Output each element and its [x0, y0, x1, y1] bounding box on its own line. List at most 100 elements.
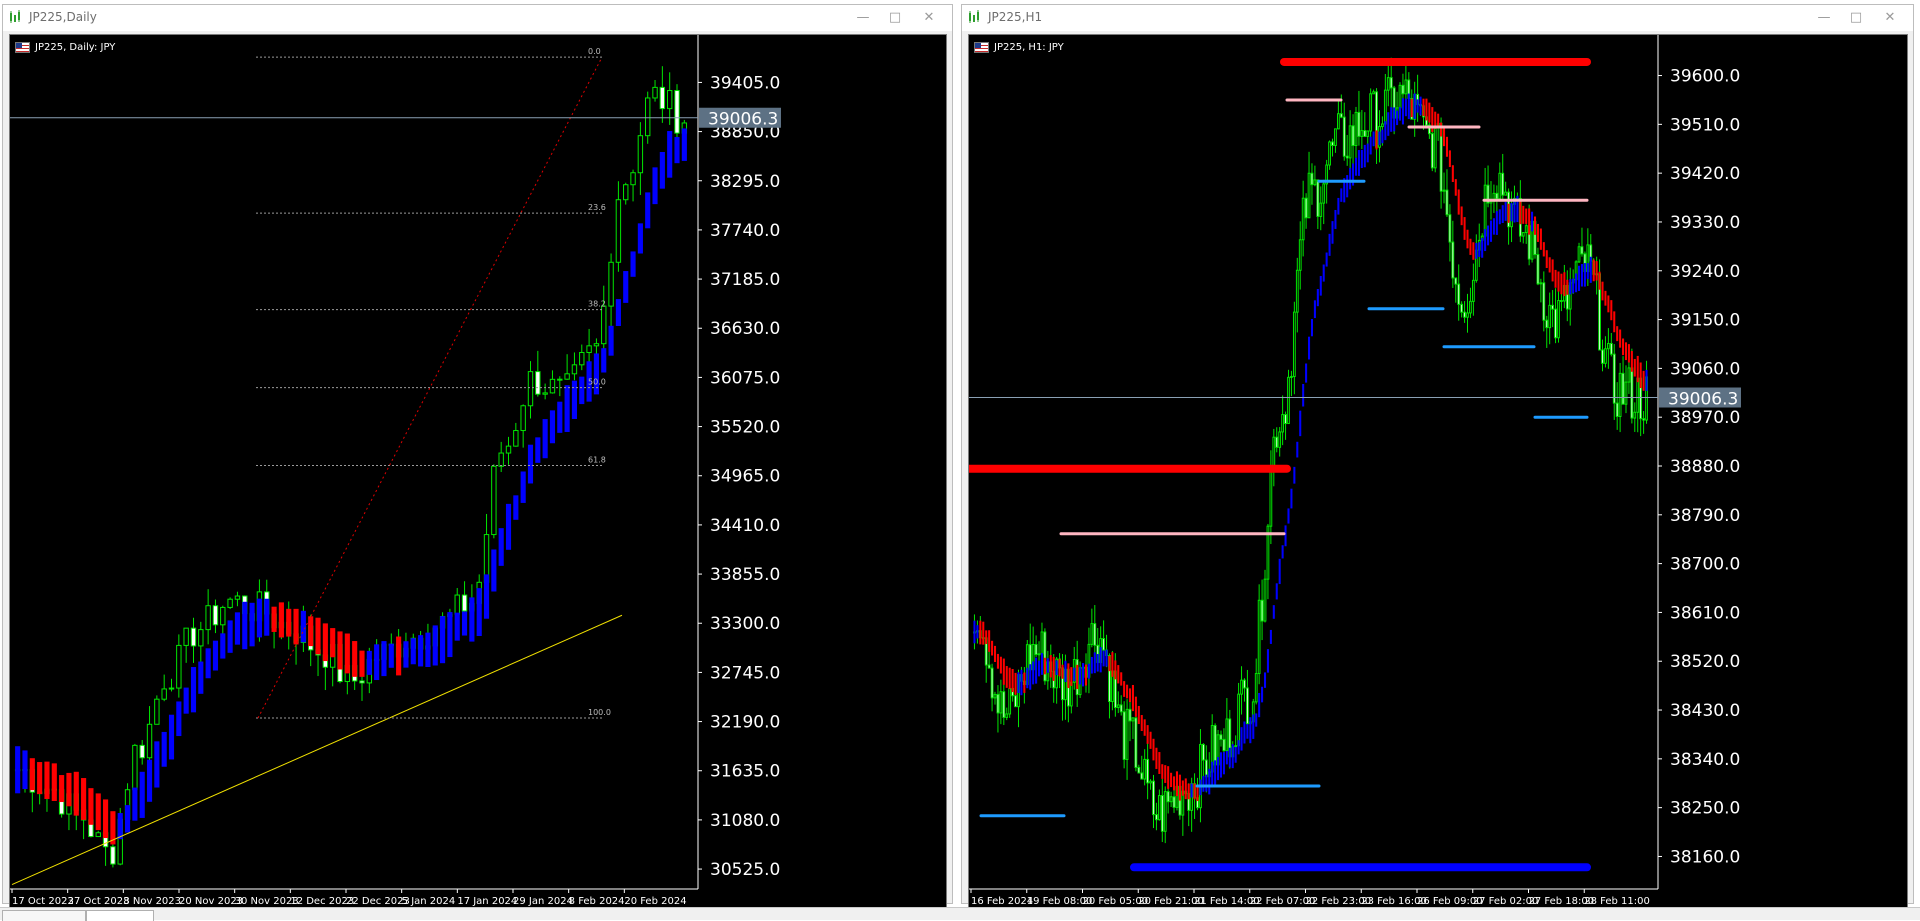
trend-bar: [1266, 649, 1269, 673]
trend-bar: [1627, 344, 1630, 363]
candle-body: [520, 405, 526, 432]
price-chart-daily[interactable]: 39405.0 38850.0 38295.0 37740.0 37185.0 36630…: [9, 34, 947, 912]
trend-bar: [1557, 271, 1560, 292]
trend-bar: [1175, 771, 1178, 797]
candle-body: [1448, 214, 1452, 243]
candle-body: [1521, 232, 1525, 237]
candle-body: [1524, 225, 1528, 234]
price-chart-h1[interactable]: 39600.0 39510.0 39420.0 39330.0 39240.0 39150…: [968, 34, 1908, 912]
window-titlebar[interactable]: JP225,H1 — □ ✕: [962, 5, 1913, 31]
candle-body: [1307, 172, 1311, 219]
trend-bar: [396, 636, 402, 676]
candle-body: [1037, 653, 1041, 656]
trend-bar: [1531, 211, 1534, 232]
candle-body: [190, 627, 197, 647]
price-tick-label: 37185.0: [710, 270, 780, 290]
trend-bar: [1284, 525, 1287, 547]
minimize-icon[interactable]: —: [850, 7, 876, 29]
trend-bar: [227, 620, 233, 653]
time-tick-label: 22 Dec 2023: [346, 896, 410, 907]
chart-tab-active[interactable]: [86, 910, 154, 921]
chart-window-h1[interactable]: JP225,H1 — □ ✕ 39600.0 39510.0 39420.0 3933…: [961, 4, 1914, 912]
chart-tab[interactable]: [2, 910, 86, 921]
trend-bar: [1639, 362, 1642, 389]
trend-bar: [1613, 311, 1616, 333]
candle-body: [1381, 123, 1384, 128]
price-tick-label: 31080.0: [710, 811, 780, 831]
trend-bar: [1569, 279, 1572, 295]
candle-body: [1166, 791, 1170, 803]
trend-bar: [1105, 649, 1108, 667]
candle-body: [1137, 766, 1141, 774]
trend-bar: [1255, 713, 1258, 727]
price-tick-label: 36075.0: [710, 368, 780, 388]
candle-body: [505, 445, 512, 454]
candle-body: [95, 832, 101, 838]
price-tick-label: 35520.0: [710, 418, 780, 438]
candle-body: [1034, 643, 1038, 655]
candle-body: [1636, 377, 1640, 413]
candle-body: [1237, 693, 1240, 747]
close-icon[interactable]: ✕: [916, 7, 942, 29]
trend-bar: [256, 598, 262, 638]
trend-bar: [1533, 216, 1537, 235]
trend-bar: [520, 471, 526, 503]
trend-bar: [454, 612, 460, 641]
trend-bar: [388, 643, 394, 668]
candle-body: [637, 135, 644, 174]
trend-bar: [1457, 189, 1460, 215]
chart-window-daily[interactable]: JP225,Daily — □ ✕ 39405.0 38850.0 38295.0 3…: [2, 4, 953, 912]
candle-body: [593, 343, 600, 347]
trend-bar: [1029, 664, 1032, 690]
trend-bar: [549, 410, 556, 444]
trend-bar: [1401, 98, 1404, 125]
price-tick-label: 31635.0: [710, 762, 780, 782]
trend-bar: [1410, 98, 1413, 118]
candle-body: [1199, 743, 1202, 809]
price-tick-label: 39330.0: [1670, 213, 1740, 233]
candle-body: [1472, 279, 1475, 302]
minimize-icon[interactable]: —: [1811, 7, 1837, 29]
price-tick-label: 39510.0: [1670, 115, 1740, 135]
trend-bar: [359, 650, 365, 677]
candle-body: [1008, 687, 1012, 715]
trend-bar: [103, 799, 109, 839]
chart-tabs-bar: [0, 907, 1920, 921]
trend-bar: [190, 667, 197, 713]
trend-bar: [1525, 208, 1528, 224]
trend-bar: [1592, 259, 1595, 282]
trend-bar: [447, 612, 453, 658]
trend-bar: [579, 376, 585, 405]
trend-bar: [1325, 252, 1328, 267]
trend-bar: [1231, 744, 1234, 769]
trend-bar: [1545, 250, 1548, 268]
candle-body: [168, 687, 175, 690]
trend-bar: [1334, 209, 1337, 229]
candle-body: [1445, 189, 1449, 216]
candle-body: [535, 371, 541, 395]
trend-bar: [1278, 558, 1281, 585]
trend-bar: [1489, 220, 1493, 242]
maximize-icon[interactable]: □: [882, 7, 908, 29]
candle-body: [1131, 717, 1135, 722]
trend-bar: [1131, 684, 1134, 712]
trend-bar: [1563, 272, 1566, 297]
candle-body: [1225, 718, 1229, 752]
candle-body: [1627, 367, 1631, 383]
symbol-label: JP225, Daily: JPY: [35, 42, 116, 53]
price-tick-label: 38790.0: [1670, 506, 1740, 526]
candle-body: [615, 199, 622, 263]
maximize-icon[interactable]: □: [1843, 7, 1869, 29]
trend-bar: [1246, 724, 1249, 739]
close-icon[interactable]: ✕: [1877, 7, 1903, 29]
trend-bar: [1170, 772, 1173, 788]
price-tick-label: 33300.0: [710, 614, 780, 634]
trend-bar: [1416, 99, 1419, 113]
trend-bar: [1346, 175, 1349, 198]
window-titlebar[interactable]: JP225,Daily — □ ✕: [3, 5, 952, 31]
candle-body: [1287, 376, 1290, 425]
candle-body: [1389, 77, 1393, 89]
trend-bar: [315, 617, 321, 655]
candle-body: [1281, 414, 1285, 433]
trend-bar: [1167, 766, 1170, 789]
